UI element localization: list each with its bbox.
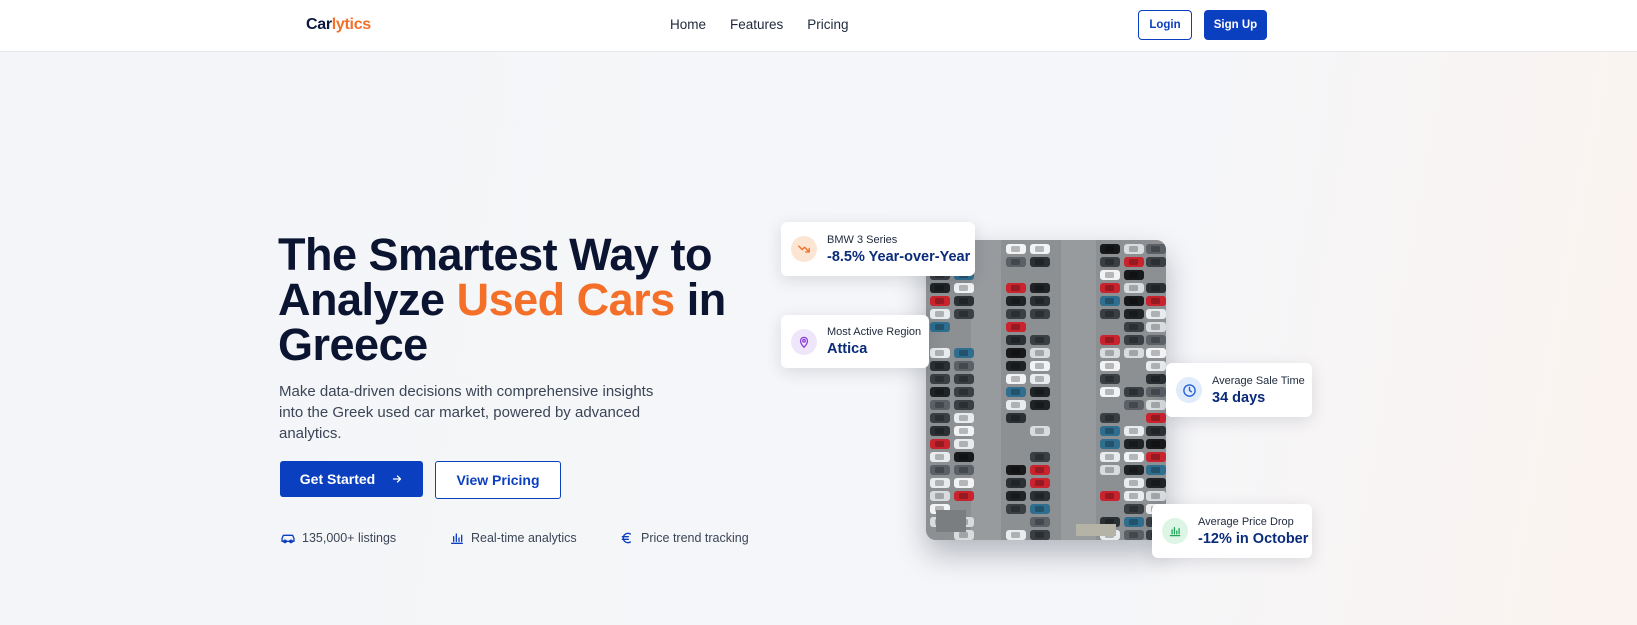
stat-card-price-drop: Average Price Drop -12% in October [1152,504,1312,558]
parking-lot-image [926,240,1166,540]
bar-chart-icon [1162,518,1188,544]
signup-button[interactable]: Sign Up [1204,10,1267,40]
get-started-label: Get Started [299,471,376,487]
brand-logo-part1: Car [306,16,332,33]
stat-label: Average Price Drop [1198,515,1294,528]
feature-price-trends-label: Price trend tracking [641,531,749,545]
login-button[interactable]: Login [1138,10,1192,40]
feature-analytics-label: Real-time analytics [471,531,577,545]
car-icon [281,534,295,544]
nav-links: Home Features Pricing [670,17,849,32]
top-navbar: Carlytics Home Features Pricing Login Si… [0,0,1637,52]
stat-card-sale-time: Average Sale Time 34 days [1166,363,1312,417]
brand-logo[interactable]: Carlytics [306,16,371,34]
hero-title-line3: Greece [278,319,428,370]
hero-title-line1: The Smartest Way to [278,229,712,280]
stat-label: Average Sale Time [1212,374,1305,387]
stat-card-region: Most Active Region Attica [781,315,929,368]
stat-card-bmw: BMW 3 Series -8.5% Year-over-Year [781,222,975,276]
feature-price-trends: Price trend tracking [619,530,749,546]
feature-listings: 135,000+ listings [280,530,396,546]
get-started-button[interactable]: Get Started [280,461,423,497]
arrow-right-icon [393,475,402,483]
hero-title: The Smartest Way to Analyze Used Cars in… [278,232,748,367]
trending-down-icon [791,236,817,262]
stat-value: -8.5% Year-over-Year [827,248,971,265]
hero-title-line2-start: Analyze [278,274,457,325]
nav-link-features[interactable]: Features [730,17,783,32]
map-pin-icon [791,328,817,355]
brand-logo-part2: lytics [331,16,371,33]
stat-value: 34 days [1212,389,1266,406]
hero-title-accent: Used Cars [456,274,676,325]
view-pricing-button[interactable]: View Pricing [435,461,561,499]
hero-subtitle: Make data-driven decisions with comprehe… [279,383,654,442]
stat-value: Attica [827,341,868,357]
feature-analytics: Real-time analytics [449,530,577,546]
stat-label: BMW 3 Series [827,233,898,246]
stat-value: -12% in October [1198,530,1309,547]
clock-icon [1176,377,1202,403]
nav-link-pricing[interactable]: Pricing [807,17,848,32]
bar-chart-icon [451,533,463,544]
nav-link-home[interactable]: Home [670,17,706,32]
euro-icon [621,532,631,544]
feature-listings-label: 135,000+ listings [302,531,397,545]
hero-title-line2-end: in [674,274,727,325]
stat-label: Most Active Region [827,326,922,338]
